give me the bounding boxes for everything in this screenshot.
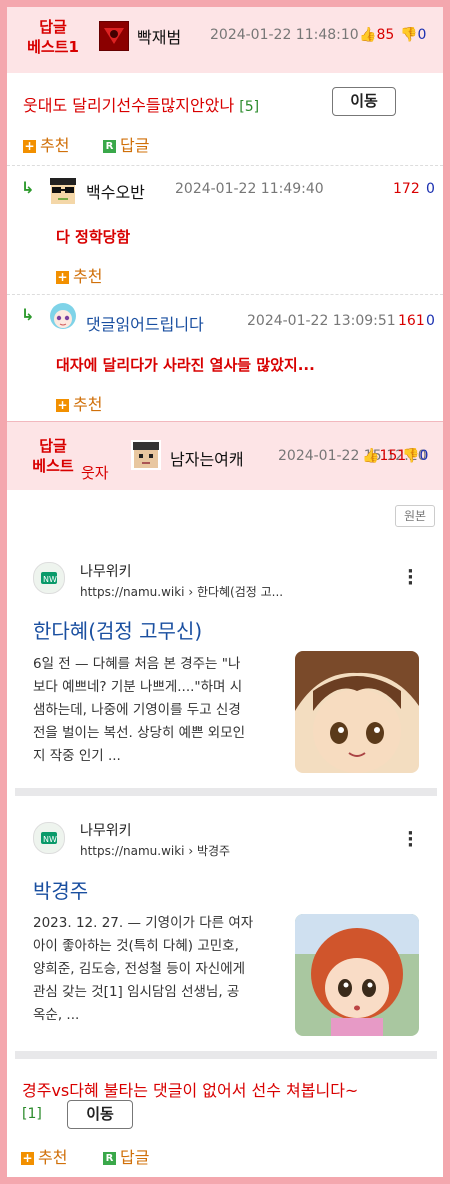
reply-count: [5]	[239, 99, 260, 115]
card-separator	[15, 788, 437, 796]
timestamp: 2024-01-22 11:49:40	[175, 181, 324, 197]
divider	[7, 294, 443, 295]
card-separator	[15, 1051, 437, 1059]
original-button[interactable]: 원본	[395, 505, 435, 527]
comment-text: 대자에 달리다가 사라진 열사들 많았지...	[56, 356, 315, 374]
search-result-title[interactable]: 박경주	[33, 875, 88, 904]
namu-logo-icon: NW	[33, 562, 65, 594]
recommend-label: 추천	[73, 395, 103, 414]
best-comment-header: 답글 베스트1 빡재범 2024-01-22 11:48:10 👍85 👎0	[7, 7, 443, 73]
recommend-label: 추천	[73, 267, 103, 286]
best-badge: 답글 베스트1	[21, 17, 85, 57]
downvote-button[interactable]: 👎0	[400, 27, 426, 43]
search-result-title[interactable]: 한다혜(검정 고무신)	[33, 615, 202, 644]
move-button[interactable]: 이동	[332, 87, 396, 116]
timestamp: 2024-01-22 11:48:10	[210, 27, 359, 43]
nickname[interactable]: 빡재범	[137, 24, 181, 48]
thumb-up-icon: 👍	[362, 448, 380, 464]
reply-arrow-icon: ↳	[21, 178, 35, 197]
recommend-label: 추천	[40, 136, 70, 155]
badge-line1: 답글	[39, 437, 67, 455]
plus-icon: +	[23, 139, 36, 153]
site-url[interactable]: https://namu.wiki › 박경주	[80, 842, 230, 859]
thumb-up-icon: 👍	[359, 27, 377, 43]
nickname[interactable]: 남자는여캐	[170, 446, 244, 470]
plus-icon: +	[56, 398, 69, 412]
snippet-line: 양희준, 김도승, 전성철 등이 자신에게	[33, 961, 246, 977]
thumb-down-icon: 👎	[402, 448, 420, 464]
snippet-line: 관심 갖는 것[1] 임시담임 선생님, 공	[33, 984, 240, 1000]
site-url[interactable]: https://namu.wiki › 한다혜(검정 고...	[80, 583, 283, 600]
downvote-button[interactable]: 👎0	[402, 448, 428, 464]
snippet-line: 보다 예쁘네? 기분 나쁘게...."하며 시	[33, 679, 243, 695]
category-tag[interactable]: 웃자	[81, 462, 109, 483]
timestamp: 2024-01-22 13:09:51	[247, 313, 396, 329]
snippet-line: 6일 전 — 다혜를 처음 본 경주는 "나	[33, 656, 241, 672]
result-thumbnail[interactable]	[295, 651, 419, 773]
reply-button[interactable]: R 답글	[103, 132, 149, 156]
snippet-line: 옥순, ...	[33, 1007, 80, 1023]
search-result-snippet: 6일 전 — 다혜를 처음 본 경주는 "나 보다 예쁘네? 기분 나쁘게...…	[33, 653, 245, 768]
comment-text: 다 정학당함	[56, 228, 131, 246]
downvote-count: 0	[419, 448, 429, 464]
downvote-count[interactable]: 0	[426, 313, 435, 329]
reply-icon: R	[103, 1152, 116, 1165]
plus-icon: +	[21, 1151, 34, 1165]
plus-icon: +	[56, 270, 69, 284]
avatar[interactable]	[47, 174, 79, 206]
recommend-button[interactable]: + 추천	[21, 1144, 67, 1168]
badge-line1: 답글	[39, 18, 67, 36]
comment-text: 웃대도 달리기선수들많지안았나 [5]	[23, 92, 259, 116]
result-thumbnail[interactable]	[295, 914, 419, 1036]
recommend-button[interactable]: + 추천	[56, 391, 102, 415]
avatar[interactable]	[47, 301, 79, 333]
comment-text: 경주vs다혜 불타는 댓글이 없어서 선수 쳐봅니다~	[22, 1081, 359, 1100]
search-result-snippet: 2023. 12. 27. — 기영이가 다른 여자 아이 좋아하는 것(특히 …	[33, 912, 253, 1027]
upvote-count: 85	[376, 27, 395, 43]
nickname[interactable]: 댓글읽어드립니다	[86, 311, 204, 335]
site-name: 나무위키	[80, 564, 132, 580]
recommend-button[interactable]: + 추천	[23, 132, 69, 156]
snippet-line: 전을 벌이는 복선. 상당히 예쁜 외모인	[33, 725, 246, 741]
reply-icon: R	[103, 140, 116, 153]
nickname[interactable]: 백수오반	[86, 179, 145, 203]
badge-line2: 베스트1	[27, 38, 79, 56]
reply-label: 답글	[120, 136, 150, 155]
upvote-button[interactable]: 👍85	[359, 27, 394, 43]
site-name: 나무위키	[80, 823, 132, 839]
upvote-button[interactable]: 👍151	[362, 448, 406, 464]
comment-panel: 답글 베스트1 빡재범 2024-01-22 11:48:10 👍85 👎0 웃…	[7, 7, 443, 1177]
upvote-count[interactable]: 172	[393, 181, 420, 197]
namu-logo-icon: NW	[33, 822, 65, 854]
downvote-count[interactable]: 0	[426, 181, 435, 197]
move-button[interactable]: 이동	[67, 1100, 133, 1129]
divider	[7, 165, 443, 166]
snippet-line: 2023. 12. 27. — 기영이가 다른 여자	[33, 915, 254, 931]
snippet-line: 샘하는데, 나중에 기영이를 두고 신경	[33, 702, 241, 718]
recommend-button[interactable]: + 추천	[56, 263, 102, 287]
best-comment-header: 답글 베스트 웃자 남자는여캐 2024-01-22 15:12:20 👍151…	[7, 421, 443, 490]
reply-arrow-icon: ↳	[21, 305, 35, 324]
more-options-icon[interactable]: · · ·	[407, 825, 414, 855]
svg-text:NW: NW	[43, 575, 57, 584]
thumb-down-icon: 👎	[400, 27, 418, 43]
avatar[interactable]	[99, 21, 129, 51]
reply-label: 답글	[120, 1148, 150, 1167]
reply-count: [1]	[22, 1106, 42, 1122]
reply-button[interactable]: R 답글	[103, 1144, 149, 1168]
upvote-count[interactable]: 161	[398, 313, 425, 329]
more-options-icon[interactable]: · · ·	[407, 563, 414, 593]
avatar[interactable]	[131, 440, 161, 470]
snippet-line: 지 작중 인기 ...	[33, 748, 121, 764]
badge-line2: 베스트	[32, 457, 74, 475]
comment-body: 웃대도 달리기선수들많지안았나	[23, 96, 235, 115]
snippet-line: 아이 좋아하는 것(특히 다혜) 고민호,	[33, 938, 239, 954]
downvote-count: 0	[417, 27, 427, 43]
recommend-label: 추천	[38, 1148, 68, 1167]
svg-text:NW: NW	[43, 835, 57, 844]
best-badge: 답글 베스트	[21, 436, 85, 476]
